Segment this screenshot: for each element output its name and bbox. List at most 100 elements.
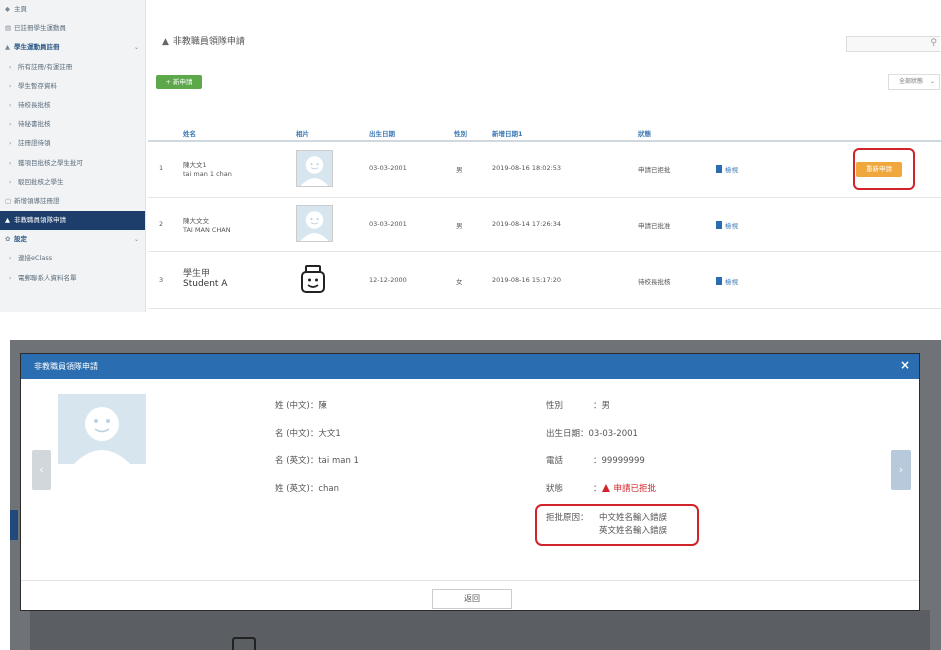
next-button[interactable]: › [891,450,911,490]
status-filter-select[interactable]: 全部狀態 ⌄ [888,74,940,90]
avatar-placeholder [296,205,333,242]
sidebar-item-certificates-pending[interactable]: › 註冊證待領 [0,134,145,153]
status-field: ： 申請已拒批 [593,482,656,494]
view-link[interactable]: 檢視 [716,276,738,286]
sidebar-item-label: 駁回批核之學生 [18,177,64,186]
sidebar-item-rejected-students[interactable]: › 駁回批核之學生 [0,173,145,192]
created-date: 2019-08-14 17:26:34 [492,220,562,228]
row-number: 3 [159,276,164,284]
table-row: 3 學生甲 Student A 12-12-2000 女 2019-08-16 … [148,252,941,309]
new-application-button[interactable]: + 新申請 [156,75,202,89]
name-chinese: 學生甲 [183,269,211,279]
sidebar-item-pending-secretary[interactable]: › 待秘書批核 [0,115,145,134]
sidebar-item-pending-principal[interactable]: › 待校長批核 [0,96,145,115]
screenshot-stage: ◆ 主頁 ▤ 已註冊學生運動員 ▲ 學生運動員註冊 ⌄ › 所有註冊/有運註冊 › 學生暫存… [0,0,941,650]
sidebar-item-label: 所有註冊/有運註冊 [18,62,73,71]
dob: 03-03-2001 [369,220,407,228]
table-header: 姓名 相片 出生日期 性別 新增日期1 狀態 [148,124,941,142]
modal-header: 非教職員領隊申請 × [21,354,919,379]
surname-chinese-value: 陳 [318,401,327,411]
status-text: 申請已拒批 [638,166,671,174]
sidebar-item-connect-eclass[interactable]: › 連接eClass [0,249,145,268]
given-name-chinese-label: 名 (中文)： [275,429,319,439]
table-row: 2 陳大文文 TAI MAN CHAN 03-03-2001 男 2019-08… [148,198,941,252]
surname-english-field: 姓 (英文)：chan [275,482,339,494]
given-name-chinese-field: 名 (中文)：大文1 [275,427,341,439]
view-link[interactable]: 檢視 [716,220,738,230]
search-input[interactable]: ⚲ [846,36,940,52]
name-chinese: 陳大文1 [183,161,207,169]
name-english: Student A [183,279,228,289]
sidebar-item-label: 註冊證待領 [18,139,51,148]
given-name-english-label: 名 (英文)： [275,456,319,466]
status-text: 申請已批准 [638,222,671,230]
view-link-label: 檢視 [725,222,738,230]
sidebar-item-student-draft-data[interactable]: › 學生暫存資料 [0,77,145,96]
row-number: 2 [159,220,164,228]
name-english: TAI MAN CHAN [183,226,231,234]
warning-icon [601,484,610,492]
modal-footer-divider [21,580,919,581]
sidebar-item-home[interactable]: ◆ 主頁 [0,0,145,19]
sidebar-item-label: 設定 [14,235,27,244]
sidebar-item-label: 待秘書批核 [18,120,51,129]
surname-chinese-field: 姓 (中文)：陳 [275,399,327,411]
background-page [30,610,930,650]
chevron-down-icon: ⌄ [133,236,139,244]
column-header-created[interactable]: 新增日期1 [492,128,523,138]
square-icon: ▢ [5,196,12,205]
sidebar-item-non-staff-leader[interactable]: ▲ 非教職員領隊申請 [0,211,145,231]
briefcase-icon [232,637,256,650]
sidebar-item-email-contacts[interactable]: › 電郵聯系人資料名單 [0,269,145,288]
column-header-gender[interactable]: 性別 [454,128,467,138]
status-value: 申請已拒批 [613,484,657,494]
table-row: 1 陳大文1 tai man 1 chan 03-03-2001 男 2019-… [148,142,941,198]
column-header-status[interactable]: 狀態 [638,128,651,138]
avatar-placeholder [296,150,333,187]
list-icon: ▤ [5,24,12,33]
dob-value: 03-03-2001 [588,429,638,439]
dob-label: 出生日期： [546,429,589,439]
sidebar-item-registered-athletes[interactable]: ▤ 已註冊學生運動員 [0,19,145,38]
given-name-english-field: 名 (英文)：tai man 1 [275,454,359,466]
application-detail-screen: 非教職員領隊申請 × ‹ › 姓 (中文)：陳 名 (中文)：大文1 名 (英文… [10,340,941,650]
reapply-button[interactable]: 重新申請 [856,162,902,177]
given-name-chinese-value: 大文1 [318,429,341,439]
status-filter-value: 全部狀態 [899,78,924,85]
robot-avatar-icon [300,264,326,294]
chevron-down-icon: ⌄ [133,44,139,52]
dob: 12-12-2000 [369,276,407,284]
sidebar-item-athlete-registration[interactable]: ▲ 學生運動員註冊 ⌄ [0,38,145,57]
name-english: tai man 1 chan [183,170,232,178]
applicant-photo [58,394,146,464]
search-icon[interactable]: ⚲ [930,38,937,48]
created-date: 2019-08-16 18:02:53 [492,164,562,172]
previous-button[interactable]: ‹ [32,450,51,490]
row-number: 1 [159,164,164,172]
back-button[interactable]: 返回 [432,589,512,609]
view-link[interactable]: 檢視 [716,164,738,174]
user-icon: ▲ [5,216,10,225]
sidebar-item-approved-students[interactable]: › 獲項目批核之學生批可 [0,154,145,173]
name-chinese: 陳大文文 [183,217,209,225]
user-icon: ▲ [5,43,10,52]
close-icon[interactable]: × [900,358,910,372]
column-header-name[interactable]: 姓名 [183,128,196,138]
view-link-label: 檢視 [725,166,738,174]
column-header-dob[interactable]: 出生日期 [369,128,395,138]
status-label: 狀態 [546,484,564,494]
chevron-down-icon: ⌄ [929,78,935,85]
chevron-right-icon: › [9,140,12,148]
sidebar-item-label: 學生暫存資料 [18,81,57,90]
sidebar-item-new-leader-certificate[interactable]: ▢ 新增領導註冊證 [0,192,145,211]
sidebar-item-label: 獲項目批核之學生批可 [18,158,83,167]
sidebar-item-label: 已註冊學生運動員 [14,24,66,33]
sidebar-item-all-registrations[interactable]: › 所有註冊/有運註冊 [0,58,145,77]
chevron-right-icon: › [9,178,12,186]
chevron-right-icon: › [9,82,12,90]
sidebar-item-settings[interactable]: ✿ 設定 ⌄ [0,230,145,249]
applications-table: 姓名 相片 出生日期 性別 新增日期1 狀態 1 陳大文1 tai man 1 … [148,124,941,309]
gender: 男 [456,166,463,174]
given-name-english-value: tai man 1 [318,456,359,466]
sidebar-item-label: 學生運動員註冊 [14,43,60,52]
